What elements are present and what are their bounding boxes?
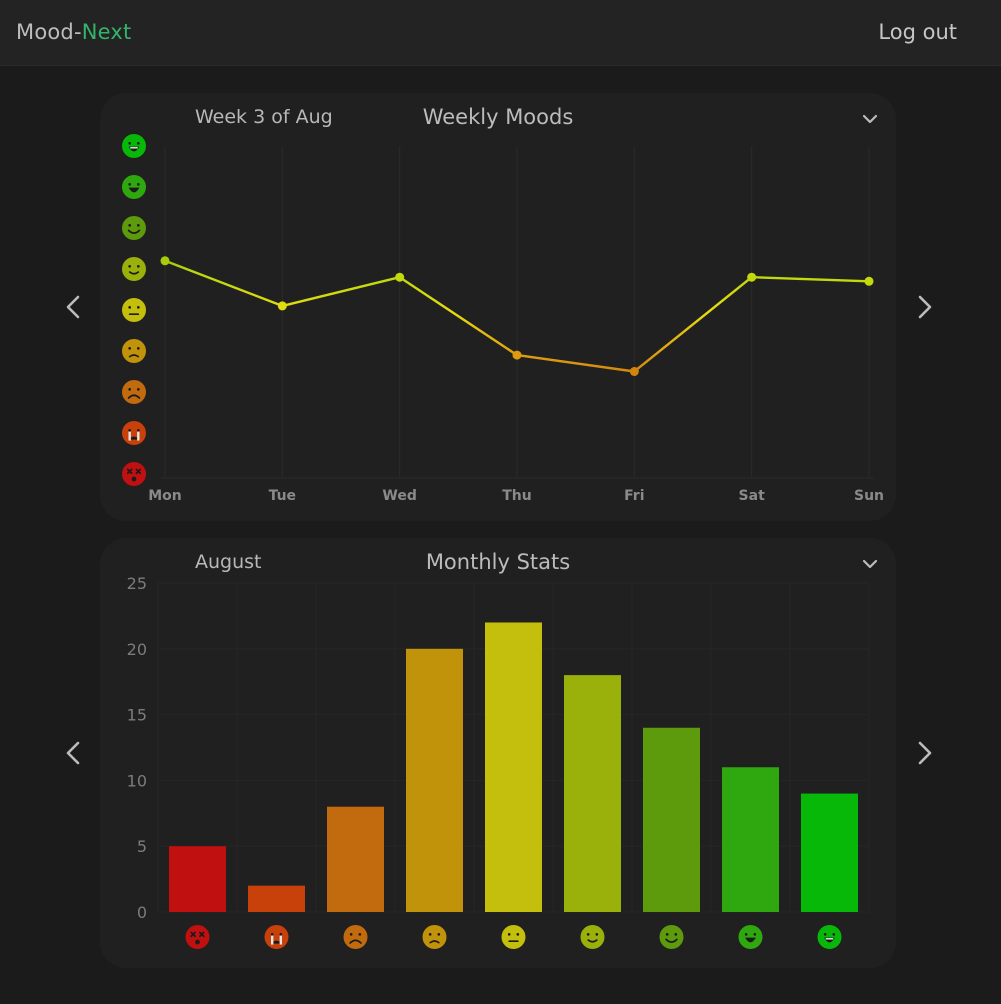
month-bar [248, 885, 305, 912]
slight-smile-icon [580, 925, 605, 949]
month-bar [722, 767, 779, 912]
month-bar [801, 793, 858, 912]
month-bar [643, 727, 700, 912]
month-y-tick: 10 [127, 771, 147, 790]
neutral-face-icon [501, 925, 526, 949]
grinning-face-icon [738, 925, 763, 949]
month-bar [406, 648, 463, 912]
frowning-face-icon [343, 925, 368, 949]
dizzy-face-icon [185, 925, 210, 949]
month-bar [169, 846, 226, 912]
month-bar [327, 806, 384, 912]
sad-face-icon [422, 925, 447, 949]
month-y-tick: 0 [137, 903, 147, 922]
beaming-face-icon [817, 925, 842, 949]
crying-face-icon [264, 925, 289, 949]
month-y-tick: 15 [127, 706, 147, 725]
month-y-tick: 25 [127, 574, 147, 593]
monthly-bar-chart: 0 5 10 15 20 25 [127, 574, 870, 949]
month-y-tick: 20 [127, 640, 147, 659]
month-y-tick: 5 [137, 837, 147, 856]
smiling-face-icon [659, 925, 684, 949]
month-bar [564, 675, 621, 912]
month-bar [485, 622, 542, 912]
